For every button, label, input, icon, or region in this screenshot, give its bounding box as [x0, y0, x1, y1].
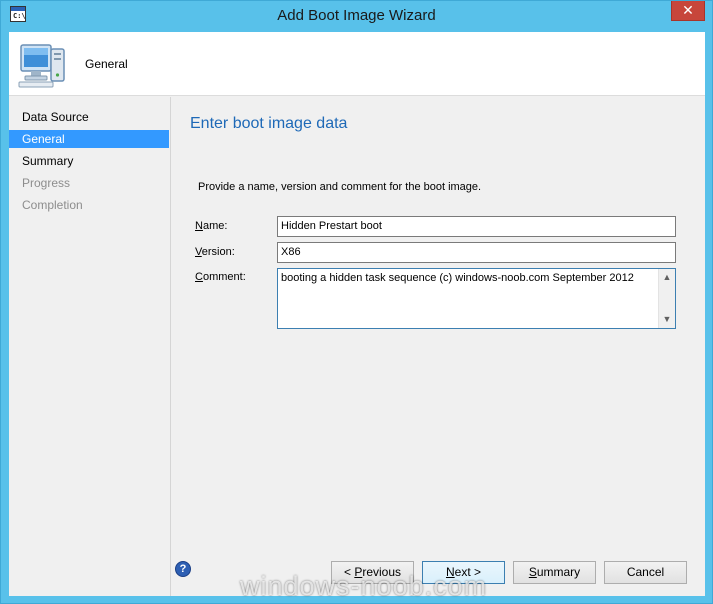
wizard-content: Enter boot image data Provide a name, ve… [172, 97, 705, 596]
version-label: Version: [195, 246, 235, 258]
nav-item-summary[interactable]: Summary [9, 152, 169, 170]
wizard-client: General Data Source General Summary Prog… [9, 32, 705, 596]
wizard-window: C:\ Add Boot Image Wizard ✕ General Data… [0, 0, 713, 604]
version-field[interactable]: X86 [277, 242, 676, 263]
header-title: General [85, 57, 128, 71]
close-icon: ✕ [682, 2, 694, 18]
comment-scrollbar[interactable]: ▲ ▼ [658, 269, 675, 328]
scroll-up-icon[interactable]: ▲ [659, 269, 675, 286]
summary-button[interactable]: Summary [513, 561, 596, 584]
comment-text: booting a hidden task sequence (c) windo… [281, 272, 634, 284]
comment-field[interactable]: booting a hidden task sequence (c) windo… [277, 268, 676, 329]
watermark: windows-noob.com [240, 571, 488, 601]
nav-item-general[interactable]: General [9, 130, 169, 148]
nav-item-completion: Completion [22, 198, 83, 212]
cancel-button[interactable]: Cancel [604, 561, 687, 584]
nav-item-data-source[interactable]: Data Source [9, 108, 169, 126]
window-title: Add Boot Image Wizard [277, 7, 436, 24]
help-icon[interactable]: ? [175, 561, 191, 577]
computer-icon [18, 44, 65, 88]
name-field[interactable]: Hidden Prestart boot [277, 216, 676, 237]
page-heading: Enter boot image data [190, 115, 348, 132]
wizard-header: General [9, 32, 705, 96]
comment-label: Comment: [195, 271, 246, 283]
nav-item-progress: Progress [22, 176, 71, 190]
close-button[interactable]: ✕ [671, 1, 705, 21]
instructions-text: Provide a name, version and comment for … [198, 181, 482, 193]
title-bar[interactable]: C:\ Add Boot Image Wizard ✕ [1, 1, 712, 31]
wizard-nav: Data Source General Summary Progress Com… [9, 97, 171, 596]
scroll-down-icon[interactable]: ▼ [659, 311, 675, 328]
name-label: Name: [195, 220, 228, 232]
